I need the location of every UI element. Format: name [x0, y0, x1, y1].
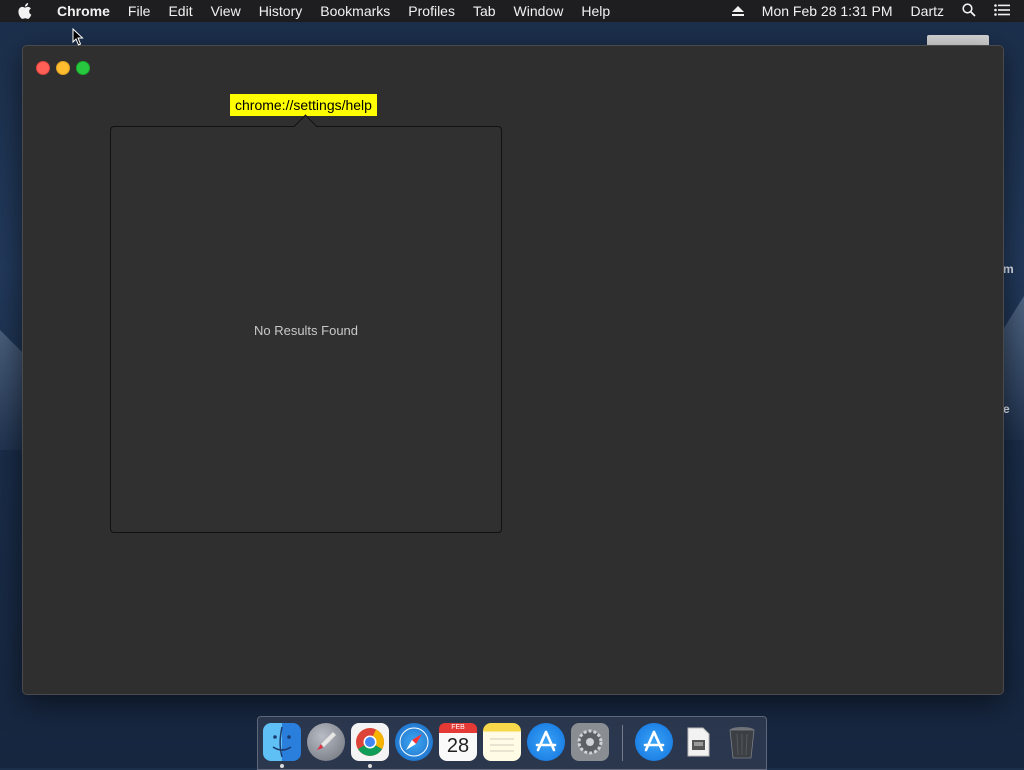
apple-menu-icon[interactable]: [18, 3, 36, 19]
menu-help[interactable]: Help: [572, 3, 619, 19]
app-store-icon[interactable]: [635, 723, 673, 761]
mouse-cursor-icon: [72, 27, 84, 51]
menu-file[interactable]: File: [119, 3, 160, 19]
finder-icon[interactable]: [263, 723, 301, 761]
eject-icon[interactable]: [723, 3, 753, 19]
chrome-icon[interactable]: [351, 723, 389, 761]
menu-app-chrome[interactable]: Chrome: [48, 3, 119, 19]
user-account-menu[interactable]: Dartz: [902, 3, 953, 19]
safari-icon[interactable]: [395, 723, 433, 761]
launchpad-icon[interactable]: [307, 723, 345, 761]
clock-datetime[interactable]: Mon Feb 28 1:31 PM: [753, 3, 902, 19]
window-minimize-button[interactable]: [56, 61, 70, 75]
calendar-day: 28: [446, 735, 470, 757]
menu-history[interactable]: History: [250, 3, 312, 19]
notification-center-icon[interactable]: [985, 3, 1024, 19]
menu-tab[interactable]: Tab: [464, 3, 505, 19]
calendar-icon[interactable]: FEB 28: [439, 723, 477, 761]
desktop-file-thumbnail[interactable]: [927, 35, 989, 45]
dock: FEB 28: [257, 716, 767, 770]
dock-separator: [622, 725, 623, 761]
desktop-icon-label-partial: m: [1003, 262, 1014, 276]
menu-bookmarks[interactable]: Bookmarks: [311, 3, 399, 19]
menu-profiles[interactable]: Profiles: [399, 3, 464, 19]
calendar-month: FEB: [439, 723, 477, 733]
menu-window[interactable]: Window: [505, 3, 573, 19]
app-store-icon[interactable]: [527, 723, 565, 761]
chrome-running-indicator: [368, 764, 372, 768]
window-close-button[interactable]: [36, 61, 50, 75]
finder-running-indicator: [280, 764, 284, 768]
menu-edit[interactable]: Edit: [159, 3, 201, 19]
disk-image-icon[interactable]: [679, 723, 717, 761]
menu-view[interactable]: View: [202, 3, 250, 19]
url-tooltip: chrome://settings/help: [230, 94, 377, 116]
spotlight-search-icon[interactable]: [953, 2, 985, 20]
menu-bar: Chrome File Edit View History Bookmarks …: [0, 0, 1024, 22]
system-preferences-icon[interactable]: [571, 723, 609, 761]
suggestions-popup: No Results Found: [110, 114, 502, 533]
window-maximize-button[interactable]: [76, 61, 90, 75]
desktop-icon-label-partial: e: [1003, 402, 1010, 416]
chrome-window: chrome://settings/help No Results Found: [22, 45, 1004, 695]
no-results-message: No Results Found: [253, 323, 359, 338]
trash-icon[interactable]: [723, 723, 761, 761]
popup-arrow: [293, 114, 318, 139]
notes-icon[interactable]: [483, 723, 521, 761]
menu-extras: Mon Feb 28 1:31 PM Dartz: [723, 0, 1024, 22]
